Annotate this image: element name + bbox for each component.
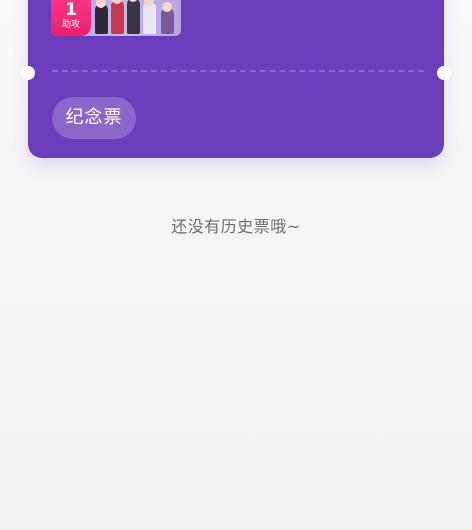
cover-figure (127, 0, 140, 34)
ticket-notch-right (437, 66, 451, 80)
empty-history-message: 还没有历史票哦~ (171, 217, 301, 236)
cover-figure-head (162, 2, 172, 12)
rank-badge: 1 助攻 (51, 0, 91, 36)
rank-label: 助攻 (61, 20, 80, 30)
ticket-notch-left (21, 66, 35, 80)
rank-number: 1 (65, 0, 77, 20)
commemorative-ticket-tag[interactable]: 纪念票 (52, 97, 136, 139)
ticket-cover-image: 1 助攻 (51, 0, 181, 36)
ticket-perforation-divider (52, 70, 424, 72)
cover-figure (143, 2, 156, 34)
cover-figure (95, 4, 108, 34)
ticket-card[interactable]: 1 助攻 纪念票 (21, 0, 451, 158)
cover-figure (111, 0, 124, 34)
